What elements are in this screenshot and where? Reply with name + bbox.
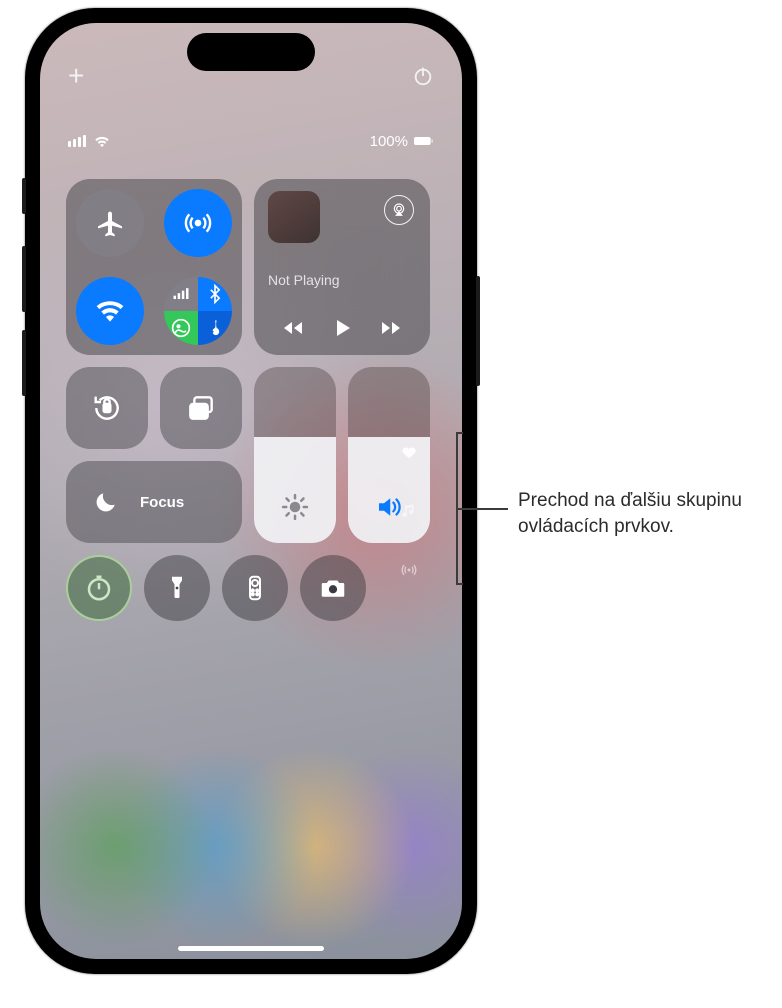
callout-bracket-bottom	[456, 583, 463, 585]
screen-mirroring-button[interactable]	[160, 367, 242, 449]
favorites-page-icon[interactable]	[400, 443, 418, 466]
previous-track-button[interactable]	[279, 316, 307, 345]
sun-icon	[280, 492, 310, 527]
brightness-fill	[254, 437, 336, 543]
moon-icon	[86, 482, 126, 522]
callout-text: Prechod na ďalšiu skupinu ovládacích prv…	[518, 488, 768, 540]
status-bar: 100%	[40, 131, 462, 151]
page-switcher[interactable]	[400, 443, 418, 584]
control-center-top-bar: +	[40, 63, 462, 89]
connectivity-cluster[interactable]	[164, 277, 232, 345]
power-icon[interactable]	[412, 65, 434, 87]
airdrop-toggle[interactable]	[164, 189, 232, 257]
orientation-lock-toggle[interactable]	[66, 367, 148, 449]
flashlight-button[interactable]	[144, 555, 210, 621]
battery-icon	[414, 134, 434, 148]
connectivity-module[interactable]	[66, 179, 242, 355]
timer-button[interactable]	[66, 555, 132, 621]
connectivity-page-icon[interactable]	[400, 561, 418, 584]
screen: + 100%	[40, 23, 462, 959]
side-button	[476, 276, 480, 386]
airplane-mode-toggle[interactable]	[76, 189, 144, 257]
play-button[interactable]	[328, 316, 356, 345]
focus-button[interactable]: Focus	[66, 461, 242, 543]
volume-down-button	[22, 330, 26, 396]
brightness-slider[interactable]	[254, 367, 336, 543]
media-status-label: Not Playing	[268, 272, 416, 288]
wifi-toggle[interactable]	[76, 277, 144, 345]
camera-button[interactable]	[300, 555, 366, 621]
home-indicator[interactable]	[178, 946, 324, 951]
volume-up-button	[22, 246, 26, 312]
focus-label: Focus	[140, 494, 184, 511]
cellular-signal-icon	[68, 135, 86, 147]
battery-percent: 100%	[370, 133, 408, 150]
music-page-icon[interactable]	[400, 502, 418, 525]
album-art	[268, 191, 320, 243]
callout-leader	[456, 508, 508, 510]
next-track-button[interactable]	[377, 316, 405, 345]
wifi-icon	[92, 134, 112, 148]
apple-tv-remote-button[interactable]	[222, 555, 288, 621]
iphone-frame: + 100%	[25, 8, 477, 974]
media-module[interactable]: Not Playing	[254, 179, 430, 355]
control-center: Not Playing	[66, 179, 440, 621]
airplay-button[interactable]	[384, 195, 414, 225]
ring-switch	[22, 178, 26, 214]
callout-bracket-top	[456, 432, 463, 434]
add-control-button[interactable]: +	[68, 62, 84, 90]
